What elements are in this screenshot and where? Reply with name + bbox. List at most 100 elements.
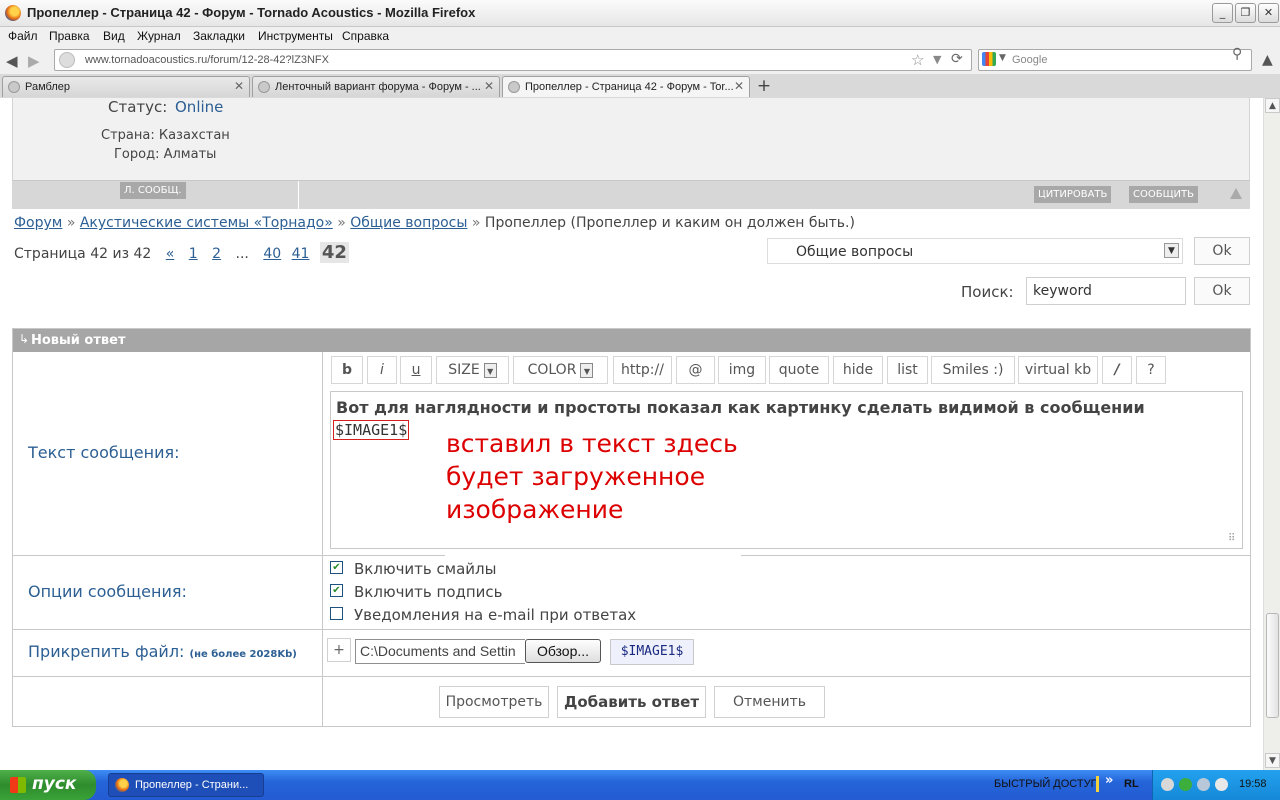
page-link-41[interactable]: 41 xyxy=(292,246,310,262)
forum-jump-select[interactable]: Общие вопросы ▼ xyxy=(767,238,1183,264)
menu-bookmarks[interactable]: Закладки xyxy=(193,29,245,43)
private-message-button[interactable]: Л. СООБЩ. xyxy=(120,182,186,199)
italic-button[interactable]: i xyxy=(367,356,397,384)
page-link-40[interactable]: 40 xyxy=(263,246,281,262)
start-button[interactable]: пуск xyxy=(0,770,96,800)
menu-help[interactable]: Справка xyxy=(342,29,389,43)
search-bar[interactable]: ▼ Google xyxy=(978,49,1252,71)
url-text[interactable]: www.tornadoacoustics.ru/forum/12-28-42?l… xyxy=(85,54,329,66)
page-link-1[interactable]: 1 xyxy=(189,246,198,262)
browse-button[interactable]: Обзор... xyxy=(525,639,601,663)
url-button[interactable]: http:// xyxy=(613,356,672,384)
report-button[interactable]: СООБЩИТЬ xyxy=(1129,186,1198,203)
language-indicator[interactable]: RL xyxy=(1124,778,1139,790)
add-file-button[interactable]: + xyxy=(327,638,351,662)
color-select[interactable]: COLOR ▼ xyxy=(513,356,608,384)
annotation-line-2: будет загруженное xyxy=(446,462,706,491)
menu-view[interactable]: Вид xyxy=(103,29,125,43)
file-path-input[interactable]: C:\Documents and Settin xyxy=(355,639,525,664)
breadcrumb-forum-link[interactable]: Форум xyxy=(14,215,62,231)
google-icon[interactable] xyxy=(982,52,996,66)
chevron-down-icon[interactable]: ▼ xyxy=(483,362,497,378)
back-arrow-icon[interactable]: ◀ xyxy=(6,52,18,70)
breadcrumb: Форум » Акустические системы «Торнадо» »… xyxy=(14,215,855,231)
menu-file[interactable]: Файл xyxy=(8,29,38,43)
submit-reply-button[interactable]: Добавить ответ xyxy=(557,686,706,718)
search-ok-button[interactable]: Ok xyxy=(1194,277,1250,305)
quote-tag-button[interactable]: quote xyxy=(769,356,829,384)
preview-button[interactable]: Просмотреть xyxy=(439,686,549,718)
maximize-button[interactable]: ❐ xyxy=(1235,3,1256,23)
checkbox-checked-icon[interactable]: ✔ xyxy=(330,584,343,597)
minimize-button[interactable]: _ xyxy=(1212,3,1233,23)
close-icon[interactable]: ✕ xyxy=(734,79,744,93)
url-bar[interactable]: www.tornadoacoustics.ru/forum/12-28-42?l… xyxy=(54,49,972,71)
tool-icon[interactable] xyxy=(1215,778,1228,791)
underline-button[interactable]: u xyxy=(400,356,432,384)
message-textarea[interactable]: Вот для наглядности и простоты показал к… xyxy=(330,391,1243,549)
page-prev-link[interactable]: « xyxy=(166,246,175,262)
scroll-top-icon[interactable] xyxy=(1230,188,1242,199)
tab-feed-forum[interactable]: Ленточный вариант форума - Форум - ... ✕ xyxy=(252,76,500,97)
tab-rambler[interactable]: Рамблер ✕ xyxy=(2,76,250,97)
forum-jump-ok-button[interactable]: Ok xyxy=(1194,237,1250,265)
checkbox-checked-icon[interactable]: ✔ xyxy=(330,561,343,574)
close-icon[interactable]: ✕ xyxy=(484,79,494,93)
forum-search-input[interactable]: keyword xyxy=(1026,277,1186,305)
menu-tools[interactable]: Инструменты xyxy=(258,29,333,43)
quick-access-label[interactable]: БЫСТРЫЙ ДОСТУП xyxy=(994,778,1099,790)
windows-logo-icon xyxy=(10,777,26,793)
bookmark-star-icon[interactable]: ☆ xyxy=(911,51,924,69)
chevron-down-icon[interactable]: ▼ xyxy=(580,362,594,378)
tab-bar: Рамблер ✕ Ленточный вариант форума - Фор… xyxy=(0,74,1280,99)
scroll-down-arrow-icon[interactable]: ▼ xyxy=(1265,753,1280,768)
option-email-notify[interactable]: Уведомления на e-mail при ответах xyxy=(330,606,636,624)
cancel-button[interactable]: Отменить xyxy=(714,686,825,718)
option-smiles[interactable]: ✔ Включить смайлы xyxy=(330,560,496,578)
vertical-scrollbar[interactable]: ▲ ▼ xyxy=(1263,98,1280,770)
scroll-thumb[interactable] xyxy=(1266,613,1279,718)
search-placeholder[interactable]: Google xyxy=(1012,54,1047,66)
virtual-keyboard-button[interactable]: virtual kb xyxy=(1018,356,1098,384)
close-button[interactable]: ✕ xyxy=(1258,3,1279,23)
up-arrow-icon[interactable]: ▲ xyxy=(1262,52,1273,68)
help-button[interactable]: ? xyxy=(1136,356,1166,384)
breadcrumb-section-link[interactable]: Акустические системы «Торнадо» xyxy=(80,215,333,231)
country-text: Страна: Казахстан xyxy=(101,128,230,143)
breadcrumb-subsection-link[interactable]: Общие вопросы xyxy=(350,215,467,231)
search-icon[interactable]: ⚲ xyxy=(1232,46,1242,62)
new-tab-button[interactable]: + xyxy=(752,77,776,97)
taskbar-firefox-item[interactable]: Пропеллер - Страни... xyxy=(108,773,264,797)
menu-history[interactable]: Журнал xyxy=(137,29,181,43)
network-icon[interactable] xyxy=(1197,778,1210,791)
bold-button[interactable]: b xyxy=(331,356,363,384)
close-icon[interactable]: ✕ xyxy=(234,79,244,93)
forward-arrow-icon[interactable]: ▶ xyxy=(28,52,40,70)
page-link-2[interactable]: 2 xyxy=(212,246,221,262)
hide-button[interactable]: hide xyxy=(833,356,883,384)
email-button[interactable]: @ xyxy=(676,356,715,384)
list-button[interactable]: list xyxy=(887,356,928,384)
smiles-button[interactable]: Smiles :) xyxy=(931,356,1015,384)
size-select[interactable]: SIZE ▼ xyxy=(436,356,509,384)
volume-icon[interactable] xyxy=(1161,778,1174,791)
checkbox-unchecked-icon[interactable] xyxy=(330,607,343,620)
tab-propeller[interactable]: Пропеллер - Страница 42 - Форум - Tor...… xyxy=(502,76,750,97)
chevron-right-icon[interactable]: » xyxy=(1105,773,1113,788)
site-identity-icon[interactable] xyxy=(59,52,75,68)
scroll-up-arrow-icon[interactable]: ▲ xyxy=(1265,98,1280,113)
breadcrumb-separator: » xyxy=(66,215,76,231)
close-tags-button[interactable]: / xyxy=(1102,356,1132,384)
image-tag-button[interactable]: $IMAGE1$ xyxy=(610,639,694,665)
info-icon[interactable] xyxy=(1179,778,1192,791)
option-signature[interactable]: ✔ Включить подпись xyxy=(330,583,503,601)
reload-icon[interactable]: ⟳ xyxy=(951,51,963,67)
resize-grip-icon[interactable]: ⠿ xyxy=(1228,533,1235,544)
img-button[interactable]: img xyxy=(718,356,766,384)
quote-button[interactable]: ЦИТИРОВАТЬ xyxy=(1034,186,1112,203)
url-dropdown-icon[interactable]: ▼ xyxy=(933,53,941,66)
chevron-down-icon[interactable]: ▼ xyxy=(1164,243,1179,258)
search-label: Поиск: xyxy=(961,283,1014,301)
menu-edit[interactable]: Правка xyxy=(49,29,90,43)
search-engine-dropdown-icon[interactable]: ▼ xyxy=(999,53,1006,63)
